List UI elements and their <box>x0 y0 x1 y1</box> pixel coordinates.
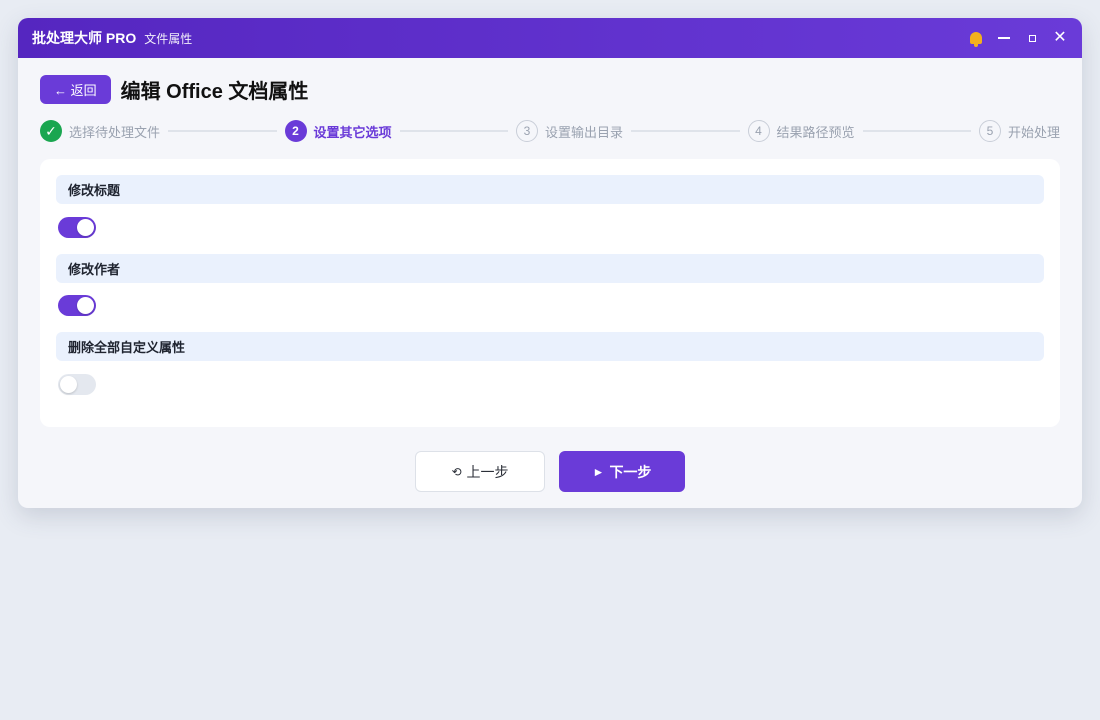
prev-step-label: 上一步 <box>466 463 509 480</box>
titlebar: 批处理大师 PRO 文件属性 ✕ <box>18 18 1082 58</box>
page-header: ← 返回 编辑 Office 文档属性 <box>18 58 1082 104</box>
step-label: 设置其它选项 <box>313 124 392 140</box>
play-icon: ► <box>592 464 605 479</box>
app-window: 批处理大师 PRO 文件属性 ✕ ← 返回 编辑 Office 文档属性 ✓ 选… <box>18 18 1082 508</box>
app-subtitle: 文件属性 <box>144 31 193 46</box>
step-label: 设置输出目录 <box>545 124 624 140</box>
step-number: 5 <box>979 120 1001 142</box>
step-number: 3 <box>516 120 538 142</box>
step-connector <box>168 130 277 132</box>
step-label: 选择待处理文件 <box>69 124 161 140</box>
option-header-modify-author: 修改作者 <box>56 254 1044 283</box>
step-select-files[interactable]: ✓ 选择待处理文件 <box>40 120 160 142</box>
toggle-modify-author[interactable] <box>58 295 96 316</box>
toggle-delete-custom-props[interactable] <box>58 374 96 395</box>
toggle-knob <box>77 297 94 314</box>
step-label: 开始处理 <box>1008 124 1061 140</box>
toggle-knob <box>77 219 94 236</box>
step-check-icon: ✓ <box>40 120 62 142</box>
step-connector <box>631 130 740 132</box>
step-connector <box>862 130 971 132</box>
close-icon[interactable]: ✕ <box>1052 30 1068 46</box>
next-step-button[interactable]: ► 下一步 <box>559 451 685 492</box>
undo-icon: ⟲ <box>451 464 462 479</box>
step-number: 4 <box>747 120 770 142</box>
bell-icon[interactable] <box>968 30 984 47</box>
maximize-icon[interactable] <box>1024 30 1040 46</box>
step-other-options[interactable]: 2 设置其它选项 <box>284 120 392 142</box>
back-button[interactable]: ← 返回 <box>40 74 111 104</box>
step-label: 结果路径预览 <box>776 124 855 140</box>
prev-step-button[interactable]: ⟲ 上一步 <box>415 451 545 492</box>
window-controls: ✕ <box>968 30 1068 47</box>
page-title: 编辑 Office 文档属性 <box>120 80 309 103</box>
step-connector <box>399 130 508 132</box>
step-number: 2 <box>284 120 307 142</box>
option-header-modify-title: 修改标题 <box>56 175 1044 204</box>
options-card: 修改标题 修改作者 删除全部自定义属性 <box>40 159 1060 427</box>
app-name: 批处理大师 PRO <box>32 30 137 46</box>
next-step-label: 下一步 <box>609 463 652 480</box>
toggle-modify-title[interactable] <box>58 217 96 238</box>
toggle-knob <box>60 376 77 393</box>
step-path-preview[interactable]: 4 结果路径预览 <box>747 120 855 142</box>
option-header-delete-custom-props: 删除全部自定义属性 <box>56 332 1044 361</box>
step-start-processing[interactable]: 5 开始处理 <box>979 120 1060 142</box>
minimize-icon[interactable] <box>996 30 1012 46</box>
stepper: ✓ 选择待处理文件 2 设置其它选项 3 设置输出目录 4 结果路径预览 5 开… <box>18 119 1082 143</box>
step-output-dir[interactable]: 3 设置输出目录 <box>516 120 623 142</box>
